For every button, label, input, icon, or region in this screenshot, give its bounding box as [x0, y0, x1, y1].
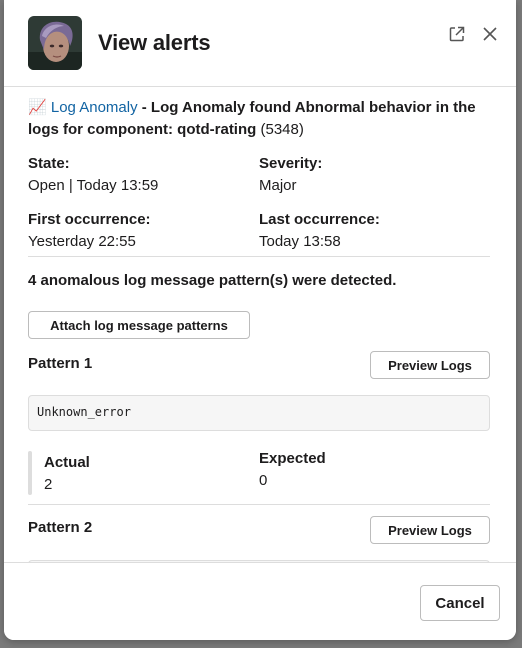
- last-occurrence-value: Today 13:58: [259, 233, 341, 250]
- quote-bar: [28, 451, 32, 495]
- close-icon: [483, 27, 497, 41]
- attach-patterns-button[interactable]: Attach log message patterns: [28, 311, 250, 339]
- actual-label: Actual: [44, 454, 90, 471]
- pattern-1-code: Unknown_error: [28, 395, 490, 431]
- alert-id: (5348): [256, 121, 304, 138]
- modal-header: View alerts: [4, 0, 516, 87]
- cancel-button[interactable]: Cancel: [420, 585, 500, 621]
- divider: [28, 256, 490, 257]
- last-occurrence-label: Last occurrence:: [259, 211, 380, 228]
- chart-increasing-icon: 📈: [28, 99, 47, 116]
- actual-value: 2: [44, 476, 53, 493]
- pattern-2-title: Pattern 2: [28, 519, 93, 536]
- preview-logs-button-1[interactable]: Preview Logs: [370, 351, 490, 379]
- first-occurrence-value: Yesterday 22:55: [28, 233, 136, 250]
- summary-text: 4 anomalous log message pattern(s) were …: [28, 272, 397, 289]
- modal-body[interactable]: 📈 Log Anomaly - Log Anomaly found Abnorm…: [4, 87, 516, 562]
- open-external-button[interactable]: [446, 23, 468, 45]
- pattern-1-title: Pattern 1: [28, 355, 93, 372]
- view-alerts-modal: View alerts 📈 Log Anomaly - Log Anomaly …: [4, 0, 516, 640]
- alert-link[interactable]: Log Anomaly: [51, 99, 138, 116]
- modal-footer: Cancel: [4, 562, 516, 640]
- expected-label: Expected: [259, 450, 326, 467]
- state-label: State:: [28, 155, 70, 172]
- divider: [28, 504, 490, 505]
- expected-value: 0: [259, 472, 268, 489]
- preview-logs-button-2[interactable]: Preview Logs: [370, 516, 490, 544]
- severity-label: Severity:: [259, 155, 323, 172]
- severity-value: Major: [259, 177, 297, 194]
- modal-title: View alerts: [98, 30, 211, 55]
- avatar: [28, 16, 82, 70]
- alert-headline: 📈 Log Anomaly - Log Anomaly found Abnorm…: [28, 97, 490, 141]
- first-occurrence-label: First occurrence:: [28, 211, 151, 228]
- state-value: Open | Today 13:59: [28, 177, 159, 194]
- external-link-icon: [449, 26, 465, 42]
- close-button[interactable]: [479, 23, 501, 45]
